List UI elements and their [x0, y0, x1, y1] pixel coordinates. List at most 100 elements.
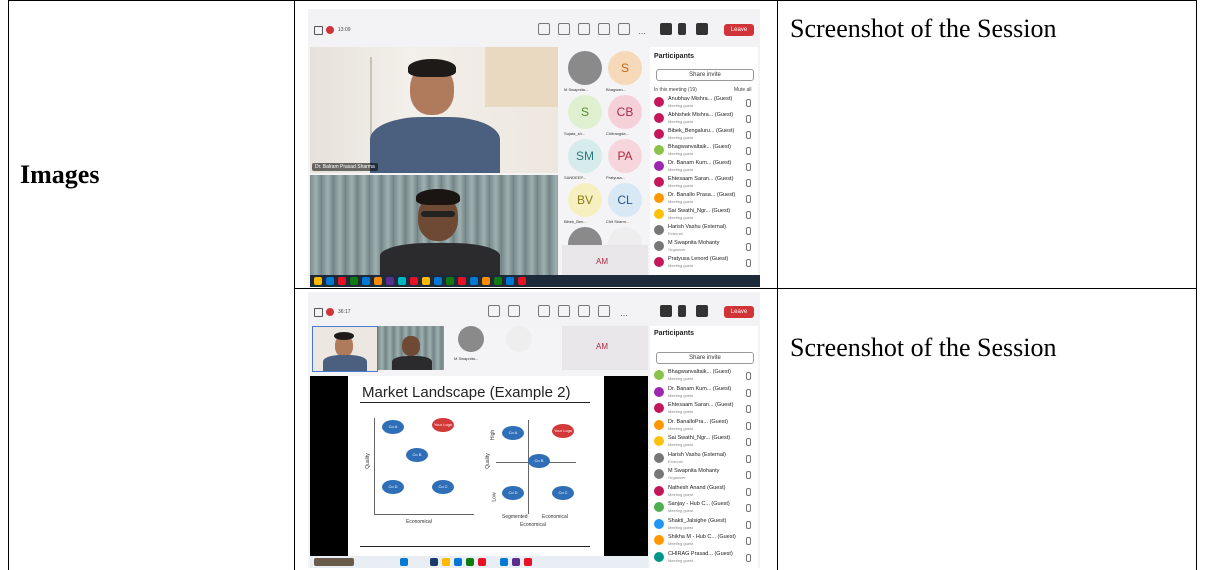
avatar [654, 161, 664, 171]
mute-all-button[interactable]: Mute all [734, 87, 752, 93]
participant-row[interactable]: Dr. Banam Kum... (Guest) Meeting guest [654, 385, 754, 401]
mic-muted-icon[interactable] [746, 195, 751, 203]
participant-role: Meeting guest [668, 392, 694, 398]
participant-row[interactable]: Sai Swathi_Ngr... (Guest) Meeting guest [654, 434, 754, 450]
mic-muted-icon[interactable] [746, 471, 751, 479]
participant-tile[interactable] [458, 326, 484, 352]
participant-row[interactable]: M Swapnita Mohanty Organizer [654, 239, 754, 255]
participant-row[interactable]: Sanjay - Hub C... (Guest) Meeting guest [654, 500, 754, 516]
participant-tile[interactable]: SM [568, 139, 602, 173]
participant-row[interactable]: Shakti_Jalsighe (Guest) Meeting guest [654, 517, 754, 533]
participant-tile[interactable] [506, 326, 532, 352]
mic-muted-icon[interactable] [746, 259, 751, 267]
participant-row[interactable]: Bibek_Bengaluru... (Guest) Meeting guest [654, 127, 754, 143]
window-icon[interactable] [314, 308, 323, 317]
avatar [654, 209, 664, 219]
chat-icon[interactable] [538, 23, 550, 35]
participant-tile[interactable]: CL [608, 183, 642, 217]
participant-row[interactable]: Dr. Banallo Prasa... (Guest) Meeting gues… [654, 191, 754, 207]
share-screen-icon[interactable] [696, 305, 708, 317]
participant-tile[interactable]: BV [568, 183, 602, 217]
avatar [654, 535, 664, 545]
presenter-thumbnail[interactable] [312, 326, 378, 372]
mic-icon[interactable] [678, 305, 686, 317]
mic-muted-icon[interactable] [746, 388, 751, 397]
participant-row[interactable]: Abhishek Mishra... (Guest) Meeting guest [654, 111, 754, 127]
share-screen-icon[interactable] [696, 23, 708, 35]
mic-muted-icon[interactable] [746, 438, 751, 446]
react-icon[interactable] [558, 305, 570, 317]
camera-icon[interactable] [660, 305, 672, 317]
participants-panel: Participants Share invite In this meetin… [650, 47, 758, 275]
participant-row[interactable]: Harish Vashu (External) External [654, 451, 754, 467]
view-icon[interactable] [618, 23, 630, 35]
participant-row[interactable]: Sai Swathi_Ngr... (Guest) Meeting guest [654, 207, 754, 223]
mic-muted-icon[interactable] [746, 115, 751, 123]
participant-tile[interactable]: CB [608, 95, 642, 129]
participant-tile[interactable] [568, 51, 602, 85]
participant-row[interactable]: Anubhav Mishra... (Guest) Meeting guest [654, 95, 754, 111]
right-economical-top-label: Economical [542, 514, 568, 520]
participant-role: Meeting guest [668, 442, 694, 447]
mic-muted-icon[interactable] [746, 421, 751, 430]
mic-muted-icon[interactable] [746, 405, 751, 413]
table-border-top [8, 0, 1197, 1]
mic-muted-icon[interactable] [746, 487, 751, 496]
participant-row[interactable]: CHIRAG Prasad... (Guest) Meeting guest [654, 550, 754, 566]
participant-row[interactable]: M Swapnita Mohanty Organizer [654, 467, 754, 483]
participant-thumbnail[interactable] [378, 326, 444, 370]
leave-button[interactable]: Leave [724, 306, 754, 318]
participant-row[interactable]: Harish Vashu (External) External [654, 223, 754, 239]
participant-row[interactable]: Nathesh Anand (Guest) Meeting guest [654, 484, 754, 500]
people-icon[interactable] [508, 305, 520, 317]
share-invite-button[interactable]: Share invite [656, 352, 754, 364]
share-invite-button[interactable]: Share invite [656, 69, 754, 81]
mic-icon[interactable] [678, 23, 686, 35]
mic-muted-icon[interactable] [746, 99, 751, 107]
mic-muted-icon[interactable] [746, 553, 751, 562]
window-icon[interactable] [314, 26, 323, 35]
mic-muted-icon[interactable] [746, 372, 751, 380]
right-y-label: Quality [484, 453, 491, 469]
mic-muted-icon[interactable] [746, 179, 751, 187]
participant-row[interactable]: Bhagwanvaltaik... (Guest) Meeting guest [654, 368, 754, 384]
participant-row[interactable]: Bhagwanvaltaik... (Guest) Meeting guest [654, 143, 754, 159]
leave-button[interactable]: Leave [724, 24, 754, 36]
camera-icon[interactable] [660, 23, 672, 35]
participant-row[interactable]: Ehtesaam Saran... (Guest) Meeting guest [654, 175, 754, 191]
mic-muted-icon[interactable] [746, 537, 751, 545]
am-tile[interactable]: AM [562, 326, 648, 370]
participant-row[interactable]: Pratyusa Lenord (Guest) Meeting guest [654, 255, 754, 271]
participant-role: Meeting guest [668, 103, 694, 108]
mic-muted-icon[interactable] [746, 504, 751, 512]
windows-taskbar [310, 275, 760, 287]
participant-row[interactable]: Shikha M - Hub C... (Guest) Meeting guest [654, 533, 754, 549]
mic-muted-icon[interactable] [746, 227, 751, 235]
mic-muted-icon[interactable] [746, 163, 751, 171]
apps-icon[interactable] [598, 305, 610, 317]
react-icon[interactable] [598, 23, 610, 35]
participant-row[interactable]: Ehtesaam Saran... (Guest) Meeting guest [654, 401, 754, 417]
chat-icon[interactable] [488, 305, 500, 317]
mic-muted-icon[interactable] [746, 243, 751, 251]
participant-tile[interactable]: S [608, 51, 642, 85]
view-icon[interactable] [578, 305, 590, 317]
mic-muted-icon[interactable] [746, 211, 751, 219]
raise-hand-icon[interactable] [538, 305, 550, 317]
participant-row[interactable]: Dr. Banam Kum... (Guest) Meeting guest [654, 159, 754, 175]
avatar [654, 225, 664, 235]
people-icon[interactable] [558, 23, 570, 35]
raise-hand-icon[interactable] [578, 23, 590, 35]
am-tile[interactable]: AM [562, 245, 648, 275]
more-icon[interactable]: ⋯ [638, 23, 648, 38]
mic-muted-icon[interactable] [746, 454, 751, 463]
more-icon[interactable]: ⋯ [620, 305, 630, 320]
mic-muted-icon[interactable] [746, 131, 751, 139]
participant-name: Harish Vashu (External) [668, 451, 726, 458]
mic-muted-icon[interactable] [746, 520, 751, 529]
participant-row[interactable]: Dr. BanalloPra... (Guest) Meeting guest [654, 418, 754, 434]
participant-tile[interactable]: S [568, 95, 602, 129]
participant-role: Meeting guest [668, 425, 694, 431]
participant-tile[interactable]: PA [608, 139, 642, 173]
mic-muted-icon[interactable] [746, 147, 751, 155]
